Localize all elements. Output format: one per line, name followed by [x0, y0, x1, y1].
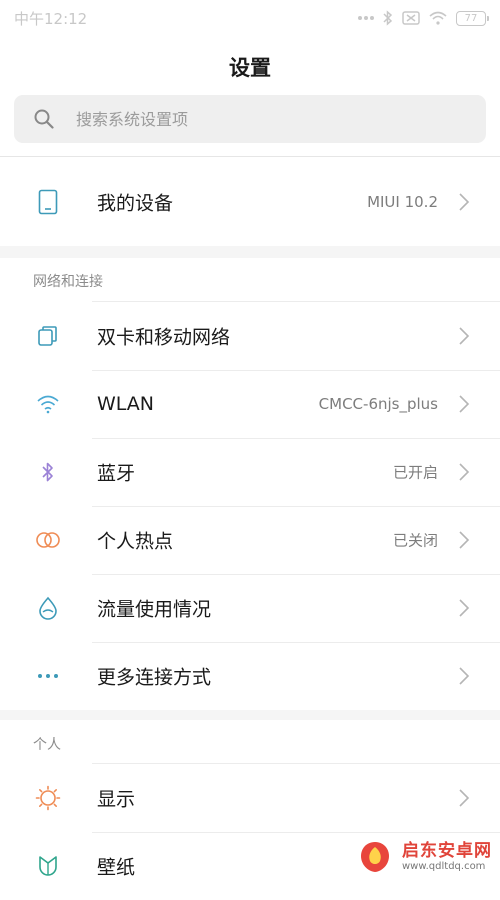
settings-item-label: 壁纸	[97, 856, 136, 879]
battery-icon: 77	[456, 10, 489, 26]
settings-item-value: 已关闭	[392, 531, 438, 550]
page-title: 设置	[229, 56, 271, 80]
status-bar: 中午12:12 77	[0, 0, 500, 36]
settings-item-my-device[interactable]: 我的设备 MIUI 10.2	[0, 168, 500, 236]
settings-item-label: 个人热点	[97, 530, 174, 553]
settings-item-label: 双卡和移动网络	[97, 326, 231, 349]
more-dots-icon	[34, 662, 62, 690]
section-title-network: 网络和连接	[33, 274, 103, 290]
chevron-right-icon	[459, 789, 470, 807]
settings-item-hotspot[interactable]: 个人热点 已关闭	[0, 506, 500, 574]
settings-item-more-connections[interactable]: 更多连接方式	[0, 642, 500, 710]
settings-item-data-usage[interactable]: 流量使用情况	[0, 574, 500, 642]
status-icons: 77	[358, 10, 489, 26]
settings-item-value: 已开启	[392, 463, 438, 482]
status-time: 中午12:12	[14, 9, 88, 28]
settings-item-label: 蓝牙	[97, 462, 136, 485]
settings-item-label: 我的设备	[97, 192, 174, 215]
wallpaper-icon	[34, 852, 62, 880]
settings-item-value: MIUI 10.2	[367, 193, 438, 211]
settings-item-label: WLAN	[97, 393, 155, 415]
watermark-name: 启东安卓网	[402, 841, 492, 862]
wifi-status-icon	[429, 11, 447, 25]
chevron-right-icon	[459, 193, 470, 211]
bluetooth-icon	[34, 458, 62, 486]
settings-item-bluetooth[interactable]: 蓝牙 已开启	[0, 438, 500, 506]
settings-item-label: 流量使用情况	[97, 598, 212, 621]
chevron-right-icon	[459, 667, 470, 685]
chevron-right-icon	[459, 463, 470, 481]
settings-item-wlan[interactable]: WLAN CMCC-6njs_plus	[0, 370, 500, 438]
settings-item-dual-sim[interactable]: 双卡和移动网络	[0, 302, 500, 370]
settings-item-label: 显示	[97, 788, 136, 811]
section-gap	[0, 710, 500, 720]
search-bar[interactable]	[14, 95, 486, 143]
section-title-personal: 个人	[33, 737, 61, 753]
divider	[0, 156, 500, 157]
data-drop-icon	[34, 594, 62, 622]
bluetooth-status-icon	[383, 10, 393, 26]
search-icon	[34, 109, 54, 129]
sim-card-icon	[34, 322, 62, 350]
watermark: 启东安卓网 www.qdltdq.com	[354, 829, 494, 885]
more-notifications-icon	[358, 16, 374, 20]
search-input[interactable]	[74, 108, 438, 130]
phone-icon	[34, 188, 62, 216]
settings-item-label: 更多连接方式	[97, 666, 212, 689]
chevron-right-icon	[459, 395, 470, 413]
chevron-right-icon	[459, 531, 470, 549]
section-gap	[0, 246, 500, 258]
hotspot-icon	[34, 526, 62, 554]
chevron-right-icon	[459, 599, 470, 617]
chevron-right-icon	[459, 327, 470, 345]
settings-item-display[interactable]: 显示	[0, 764, 500, 832]
wifi-icon	[34, 390, 62, 418]
settings-item-value: CMCC-6njs_plus	[318, 395, 438, 413]
sun-icon	[34, 784, 62, 812]
no-sim-icon	[402, 11, 420, 25]
watermark-logo-icon	[354, 836, 396, 878]
watermark-url: www.qdltdq.com	[402, 860, 486, 872]
battery-level: 77	[464, 12, 478, 24]
